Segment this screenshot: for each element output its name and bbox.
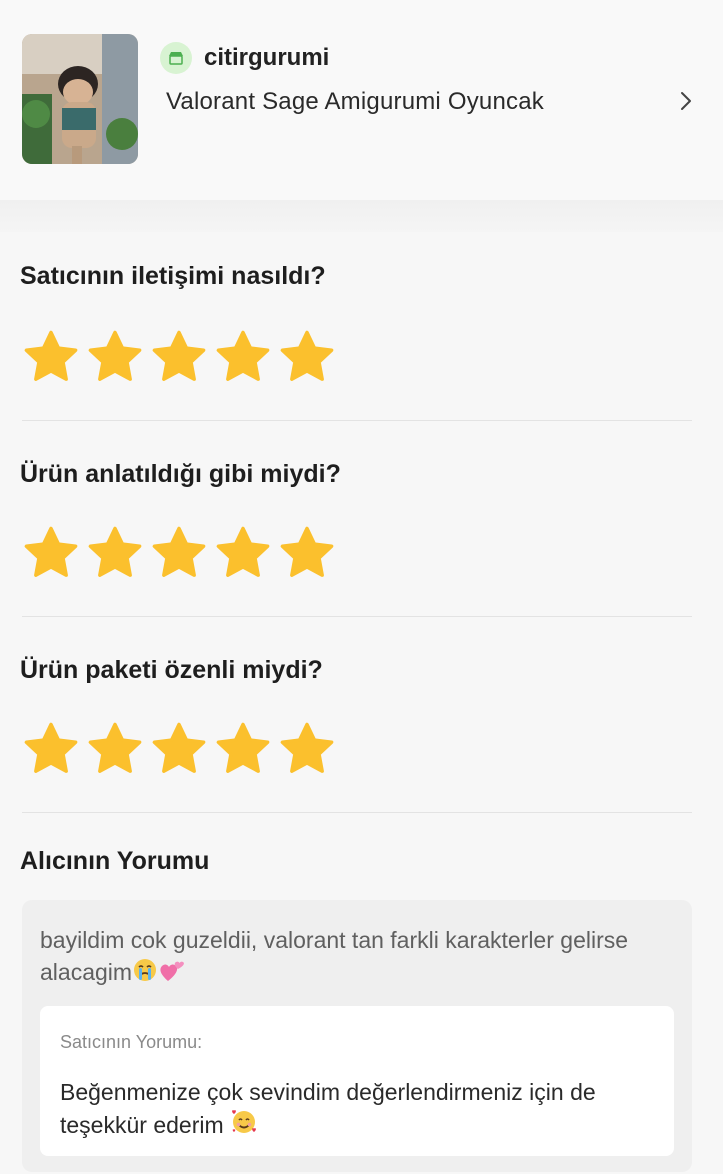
seller-reply-text: Beğenmenize çok sevindim değerlendirmeni… — [60, 1079, 596, 1138]
star-icon[interactable] — [22, 328, 80, 386]
star-icon[interactable] — [86, 524, 144, 582]
smiling-face-with-hearts-icon — [230, 1108, 258, 1144]
product-thumbnail[interactable] — [22, 34, 138, 164]
seller-reply-box: Satıcının Yorumu: Beğenmenize çok sevind… — [40, 1006, 674, 1156]
chevron-right-icon[interactable] — [674, 88, 698, 114]
rating-question-packaging: Ürün paketi özenli miydi? — [20, 656, 323, 684]
star-icon[interactable] — [278, 328, 336, 386]
buyer-comment-text: bayildim cok guzeldii, valorant tan fark… — [40, 927, 629, 985]
star-rating-as-described[interactable] — [22, 524, 336, 582]
star-rating-packaging[interactable] — [22, 720, 336, 778]
star-icon[interactable] — [214, 328, 272, 386]
star-icon[interactable] — [22, 524, 80, 582]
star-icon[interactable] — [150, 328, 208, 386]
shop-icon — [160, 42, 192, 74]
crying-face-icon — [132, 957, 158, 991]
seller-reply: Beğenmenize çok sevindim değerlendirmeni… — [60, 1076, 660, 1144]
star-icon[interactable] — [86, 720, 144, 778]
buyer-comment: bayildim cok guzeldii, valorant tan fark… — [40, 924, 670, 991]
star-icon[interactable] — [86, 328, 144, 386]
rating-question-communication: Satıcının iletişimi nasıldı? — [20, 262, 326, 290]
section-divider — [0, 200, 723, 232]
star-icon[interactable] — [22, 720, 80, 778]
star-icon[interactable] — [214, 524, 272, 582]
two-hearts-icon — [158, 957, 186, 991]
divider — [22, 616, 692, 617]
star-rating-communication[interactable] — [22, 328, 336, 386]
divider — [22, 812, 692, 813]
rating-question-as-described: Ürün anlatıldığı gibi miydi? — [20, 460, 341, 488]
product-card[interactable]: citirgurumi Valorant Sage Amigurumi Oyun… — [0, 0, 723, 200]
buyer-comment-title: Alıcının Yorumu — [20, 847, 210, 875]
star-icon[interactable] — [150, 720, 208, 778]
seller-reply-label: Satıcının Yorumu: — [60, 1032, 203, 1052]
star-icon[interactable] — [278, 524, 336, 582]
buyer-comment-box: bayildim cok guzeldii, valorant tan fark… — [22, 900, 692, 1172]
shop-name[interactable]: citirgurumi — [204, 44, 329, 72]
divider — [22, 420, 692, 421]
star-icon[interactable] — [278, 720, 336, 778]
star-icon[interactable] — [214, 720, 272, 778]
star-icon[interactable] — [150, 524, 208, 582]
product-title[interactable]: Valorant Sage Amigurumi Oyuncak — [166, 88, 544, 116]
